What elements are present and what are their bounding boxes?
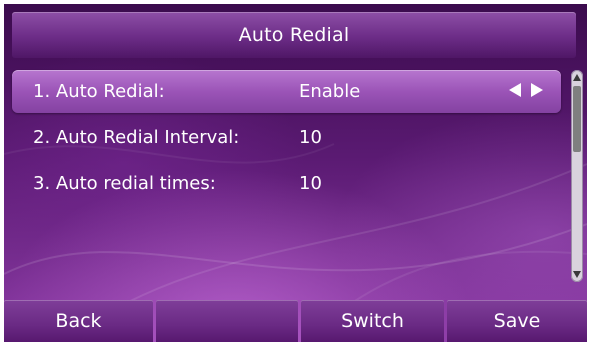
option-arrows[interactable]	[509, 83, 543, 97]
setting-label: 1. Auto Redial:	[33, 81, 165, 102]
softkey-bar: Back Switch Save	[4, 300, 587, 342]
setting-value[interactable]: 10	[299, 127, 322, 148]
settings-list: 1. Auto Redial: Enable 2. Auto Redial In…	[12, 70, 561, 208]
empty-softkey[interactable]	[156, 300, 298, 342]
setting-label: 3. Auto redial times:	[33, 173, 216, 194]
arrow-left-icon[interactable]	[509, 83, 521, 97]
setting-row-auto-redial-times[interactable]: 3. Auto redial times: 10	[12, 162, 561, 205]
scroll-up-icon[interactable]	[573, 74, 581, 81]
save-softkey[interactable]: Save	[447, 300, 587, 342]
setting-value[interactable]: 10	[299, 173, 322, 194]
title-bar: Auto Redial	[12, 12, 576, 58]
phone-screen: Auto Redial 1. Auto Redial: Enable 2. Au…	[4, 4, 587, 342]
setting-row-auto-redial-interval[interactable]: 2. Auto Redial Interval: 10	[12, 116, 561, 159]
page-title: Auto Redial	[238, 24, 350, 46]
switch-softkey[interactable]: Switch	[301, 300, 444, 342]
scroll-thumb[interactable]	[573, 86, 581, 152]
back-softkey[interactable]: Back	[4, 300, 153, 342]
setting-row-auto-redial[interactable]: 1. Auto Redial: Enable	[12, 70, 561, 113]
setting-label: 2. Auto Redial Interval:	[33, 127, 240, 148]
arrow-right-icon[interactable]	[531, 83, 543, 97]
scroll-down-icon[interactable]	[573, 271, 581, 278]
setting-value[interactable]: Enable	[299, 81, 360, 102]
scrollbar[interactable]	[571, 70, 583, 282]
